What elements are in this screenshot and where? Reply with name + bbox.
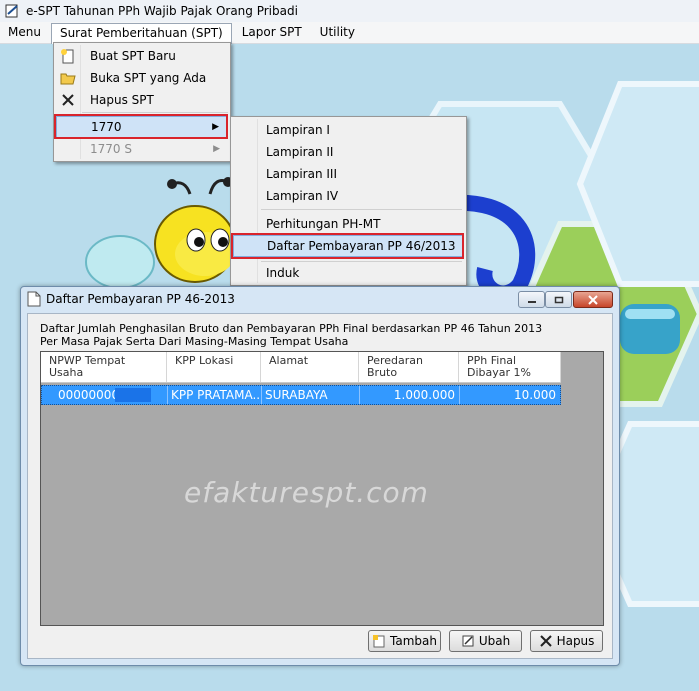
maximize-icon (554, 296, 563, 303)
document-icon (27, 291, 41, 307)
menubar: Menu Surat Pemberitahuan (SPT) Lapor SPT… (0, 22, 699, 44)
cell-pph-final: 10.000 (514, 388, 556, 402)
menu-lapor-spt[interactable]: Lapor SPT (234, 23, 310, 42)
submenu-item-label: Lampiran III (266, 167, 338, 181)
delete-x-icon (62, 94, 74, 106)
description-line-2: Per Masa Pajak Serta Dari Masing-Masing … (40, 335, 349, 348)
hapus-button[interactable]: Hapus (530, 630, 603, 652)
cell-kpp: KPP PRATAMA... (168, 386, 262, 404)
dialog-title: Daftar Pembayaran PP 46-2013 (46, 292, 235, 306)
grid-header: NPWP Tempat Usaha KPP Lokasi Alamat Pere… (41, 352, 561, 383)
description-line-1: Daftar Jumlah Penghasilan Bruto dan Pemb… (40, 322, 543, 335)
submenu-item-lampiran-1[interactable]: Lampiran I (233, 119, 464, 141)
cell-peredaran-bruto: 1.000.000 (360, 386, 460, 404)
menu-item-label: Buat SPT Baru (90, 49, 176, 63)
hapus-label: Hapus (556, 634, 595, 648)
submenu-item-lampiran-3[interactable]: Lampiran III (233, 163, 464, 185)
column-header-line: Bruto (367, 366, 398, 379)
close-button[interactable] (573, 291, 613, 308)
open-folder-icon (60, 73, 76, 85)
watermark-text: efakturespt.com (184, 476, 429, 509)
menu-utility[interactable]: Utility (312, 23, 363, 42)
column-header-line: Usaha (49, 366, 84, 379)
submenu-item-label: Lampiran IV (266, 189, 339, 203)
spt-1770-submenu: Lampiran I Lampiran II Lampiran III Lamp… (230, 116, 467, 286)
highlight-box-1770 (54, 114, 228, 139)
submenu-item-label: Perhitungan PH-MT (266, 217, 381, 231)
minimize-button[interactable] (518, 291, 545, 308)
menu-item-label: Buka SPT yang Ada (90, 71, 207, 85)
column-header-line: Alamat (269, 354, 309, 367)
submenu-separator (261, 209, 462, 210)
menu-item-label: Hapus SPT (90, 93, 154, 107)
column-header-line: KPP Lokasi (175, 354, 234, 367)
payment-grid[interactable]: NPWP Tempat Usaha KPP Lokasi Alamat Pere… (40, 351, 604, 626)
submenu-item-induk[interactable]: Induk (233, 262, 464, 284)
menu-item-1770s[interactable]: 1770 S ▶ (56, 138, 228, 160)
redaction-mask (115, 388, 151, 402)
app-title: e-SPT Tahunan PPh Wajib Pajak Orang Prib… (26, 4, 298, 18)
chevron-right-icon: ▶ (213, 144, 220, 154)
submenu-item-lampiran-2[interactable]: Lampiran II (233, 141, 464, 163)
dialog-client-area: Daftar Jumlah Penghasilan Bruto dan Pemb… (27, 313, 613, 659)
menu-surat-pemberitahuan[interactable]: Surat Pemberitahuan (SPT) (50, 22, 232, 44)
table-row[interactable]: 000000000 KPP PRATAMA... SURABAYA 1.000.… (41, 385, 561, 405)
tambah-label: Tambah (390, 634, 437, 648)
menu-menu[interactable]: Menu (0, 23, 49, 42)
column-header-pph-final[interactable]: PPh Final Dibayar 1% (459, 352, 561, 382)
ubah-button[interactable]: Ubah (449, 630, 522, 652)
highlight-box-daftar-pembayaran (231, 233, 464, 259)
menu-item-hapus-spt[interactable]: Hapus SPT (56, 89, 228, 111)
column-header-alamat[interactable]: Alamat (261, 352, 359, 382)
menu-item-buat-spt-baru[interactable]: Buat SPT Baru (56, 45, 228, 67)
maximize-button[interactable] (545, 291, 572, 308)
add-icon (373, 635, 385, 648)
app-titlebar: e-SPT Tahunan PPh Wajib Pajak Orang Prib… (0, 0, 699, 23)
close-icon (588, 294, 598, 305)
menu-item-buka-spt[interactable]: Buka SPT yang Ada (56, 67, 228, 89)
menu-separator (82, 112, 228, 113)
submenu-item-label: Lampiran I (266, 123, 330, 137)
cell-alamat: SURABAYA (262, 386, 360, 404)
edit-icon (462, 635, 474, 647)
ubah-label: Ubah (478, 634, 511, 648)
spt-dropdown-menu: Buat SPT Baru Buka SPT yang Ada Hapus SP… (53, 42, 231, 162)
column-header-line: Dibayar 1% (467, 366, 531, 379)
submenu-item-perhitungan-ph-mt[interactable]: Perhitungan PH-MT (233, 213, 464, 235)
column-header-npwp[interactable]: NPWP Tempat Usaha (41, 352, 167, 382)
column-header-peredaran-bruto[interactable]: Peredaran Bruto (359, 352, 459, 382)
minimize-icon (527, 300, 536, 303)
column-header-kpp-lokasi[interactable]: KPP Lokasi (167, 352, 261, 382)
menu-item-label: 1770 S (90, 142, 132, 156)
app-pen-icon (5, 4, 18, 18)
submenu-item-label: Lampiran II (266, 145, 334, 159)
cell-npwp: 000000000 (42, 386, 168, 404)
submenu-item-label: Induk (266, 266, 300, 280)
submenu-item-lampiran-4[interactable]: Lampiran IV (233, 185, 464, 207)
delete-icon (539, 635, 552, 647)
tambah-button[interactable]: Tambah (368, 630, 441, 652)
new-document-icon (61, 49, 74, 64)
daftar-pembayaran-dialog: Daftar Pembayaran PP 46-2013 Daftar Juml… (20, 286, 620, 666)
